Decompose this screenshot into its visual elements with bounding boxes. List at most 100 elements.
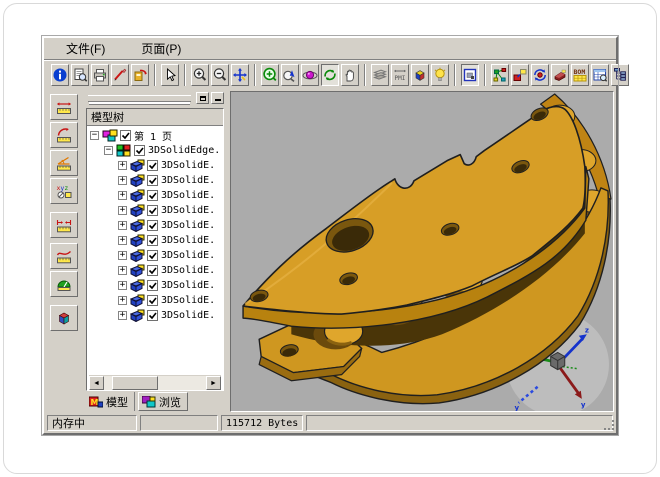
- tree-item-solid[interactable]: + 3DSolidE.: [87, 248, 223, 263]
- panel-grip[interactable]: [88, 95, 191, 102]
- annotate-button[interactable]: [111, 64, 129, 86]
- scroll-left-button[interactable]: ◄: [89, 376, 104, 390]
- collapse-icon[interactable]: −: [104, 146, 113, 155]
- expand-icon[interactable]: +: [118, 176, 127, 185]
- viewport-3d[interactable]: z y x y: [230, 91, 614, 412]
- visibility-checkbox[interactable]: [147, 190, 158, 201]
- visibility-checkbox[interactable]: [147, 295, 158, 306]
- visibility-checkbox[interactable]: [147, 160, 158, 171]
- layers-button[interactable]: [371, 64, 389, 86]
- solid-node-icon: [130, 189, 145, 202]
- print-preview-button[interactable]: [71, 64, 89, 86]
- menu-page[interactable]: 页面(P): [137, 38, 185, 59]
- assembly-tree-button[interactable]: [491, 64, 509, 86]
- tree-view-button[interactable]: [611, 64, 629, 86]
- visibility-checkbox[interactable]: [147, 280, 158, 291]
- toolbar-separator: [484, 64, 486, 86]
- zoom-cursor-icon: [282, 67, 298, 83]
- zoom-in-button[interactable]: [191, 64, 209, 86]
- tree-horizontal-scrollbar[interactable]: ◄ ►: [89, 375, 221, 390]
- tree-item-solid[interactable]: + 3DSolidE.: [87, 263, 223, 278]
- panel-titlebar[interactable]: [84, 90, 226, 106]
- visibility-checkbox[interactable]: [120, 130, 131, 141]
- zoom-out-button[interactable]: [211, 64, 229, 86]
- tree-item-solid[interactable]: + 3DSolidE.: [87, 278, 223, 293]
- panel-float-button[interactable]: [196, 92, 209, 104]
- table-view-button[interactable]: [591, 64, 609, 86]
- tree-item-assembly[interactable]: − 3DSolidEdge.: [87, 143, 223, 158]
- tree-item-solid[interactable]: + 3DSolidE.: [87, 293, 223, 308]
- print-button[interactable]: [91, 64, 109, 86]
- visibility-checkbox[interactable]: [147, 175, 158, 186]
- orbit-button[interactable]: [301, 64, 319, 86]
- render-mode-button[interactable]: [461, 64, 479, 86]
- expand-icon[interactable]: +: [118, 221, 127, 230]
- tree-item-solid[interactable]: + 3DSolidE.: [87, 308, 223, 323]
- select-button[interactable]: [161, 64, 179, 86]
- scroll-thumb[interactable]: [112, 376, 158, 390]
- minimize-icon: [215, 99, 221, 101]
- hand-button[interactable]: [341, 64, 359, 86]
- tab-model[interactable]: M 模型: [86, 392, 135, 411]
- zoom-window-button[interactable]: [261, 64, 279, 86]
- light-button[interactable]: [431, 64, 449, 86]
- expand-icon[interactable]: +: [118, 251, 127, 260]
- expand-icon[interactable]: +: [118, 266, 127, 275]
- solid-node-icon: [130, 249, 145, 262]
- info-button[interactable]: [51, 64, 69, 86]
- tree-item-solid[interactable]: + 3DSolidE.: [87, 203, 223, 218]
- status-bar: 内存中 115712 Bytes: [44, 413, 616, 433]
- linear-dimension-button[interactable]: [50, 94, 78, 120]
- expand-icon[interactable]: +: [118, 281, 127, 290]
- scroll-right-button[interactable]: ►: [206, 376, 221, 390]
- rotate-button[interactable]: [321, 64, 339, 86]
- move-part-button[interactable]: [511, 64, 529, 86]
- gauge-measure-button[interactable]: [50, 271, 78, 297]
- angle-dimension-button[interactable]: [50, 150, 78, 176]
- curve-dimension-button[interactable]: [50, 243, 78, 269]
- status-memory: 内存中: [47, 415, 137, 431]
- panel-hide-button[interactable]: [211, 92, 224, 104]
- visibility-checkbox[interactable]: [147, 235, 158, 246]
- print-icon: [92, 67, 108, 83]
- visibility-checkbox[interactable]: [134, 145, 145, 156]
- resize-grip[interactable]: [603, 419, 615, 431]
- pan-button[interactable]: [231, 64, 249, 86]
- radius-dimension-button[interactable]: [50, 122, 78, 148]
- tree-item-solid[interactable]: + 3DSolidE.: [87, 188, 223, 203]
- visibility-checkbox[interactable]: [147, 205, 158, 216]
- visibility-checkbox[interactable]: [147, 310, 158, 321]
- expand-icon[interactable]: +: [118, 161, 127, 170]
- menu-file[interactable]: 文件(F): [62, 38, 109, 59]
- bom-button[interactable]: BOM: [571, 64, 589, 86]
- visibility-checkbox[interactable]: [147, 250, 158, 261]
- solid-node-icon: [130, 294, 145, 307]
- collapse-icon[interactable]: −: [90, 131, 99, 140]
- tree-item-solid[interactable]: + 3DSolidE.: [87, 158, 223, 173]
- rotate-part-button[interactable]: [531, 64, 549, 86]
- export-button[interactable]: [131, 64, 149, 86]
- tab-browse[interactable]: 浏览: [138, 392, 188, 411]
- tree-item-solid[interactable]: + 3DSolidE.: [87, 218, 223, 233]
- expand-icon[interactable]: +: [118, 236, 127, 245]
- gauge-measure-icon: [55, 276, 73, 293]
- hand-pan-icon: [342, 67, 358, 83]
- distance-dimension-button[interactable]: [50, 212, 78, 238]
- zoom-cursor-button[interactable]: [281, 64, 299, 86]
- visibility-checkbox[interactable]: [147, 220, 158, 231]
- tree-item-solid[interactable]: + 3DSolidE.: [87, 233, 223, 248]
- expand-icon[interactable]: +: [118, 311, 127, 320]
- expand-icon[interactable]: +: [118, 206, 127, 215]
- pan-icon: [232, 67, 248, 83]
- tree-item-page[interactable]: − 第 1 页: [87, 128, 223, 143]
- pmi-button[interactable]: PMI: [391, 64, 409, 86]
- coordinate-dimension-button[interactable]: xyz: [50, 178, 78, 204]
- expand-icon[interactable]: +: [118, 191, 127, 200]
- visibility-checkbox[interactable]: [147, 265, 158, 276]
- tree-item-solid[interactable]: + 3DSolidE.: [87, 173, 223, 188]
- view-cube-button[interactable]: [411, 64, 429, 86]
- panel-tabs: M 模型 浏览: [84, 391, 226, 413]
- volume-measure-button[interactable]: [50, 305, 78, 331]
- part-view-button[interactable]: [551, 64, 569, 86]
- expand-icon[interactable]: +: [118, 296, 127, 305]
